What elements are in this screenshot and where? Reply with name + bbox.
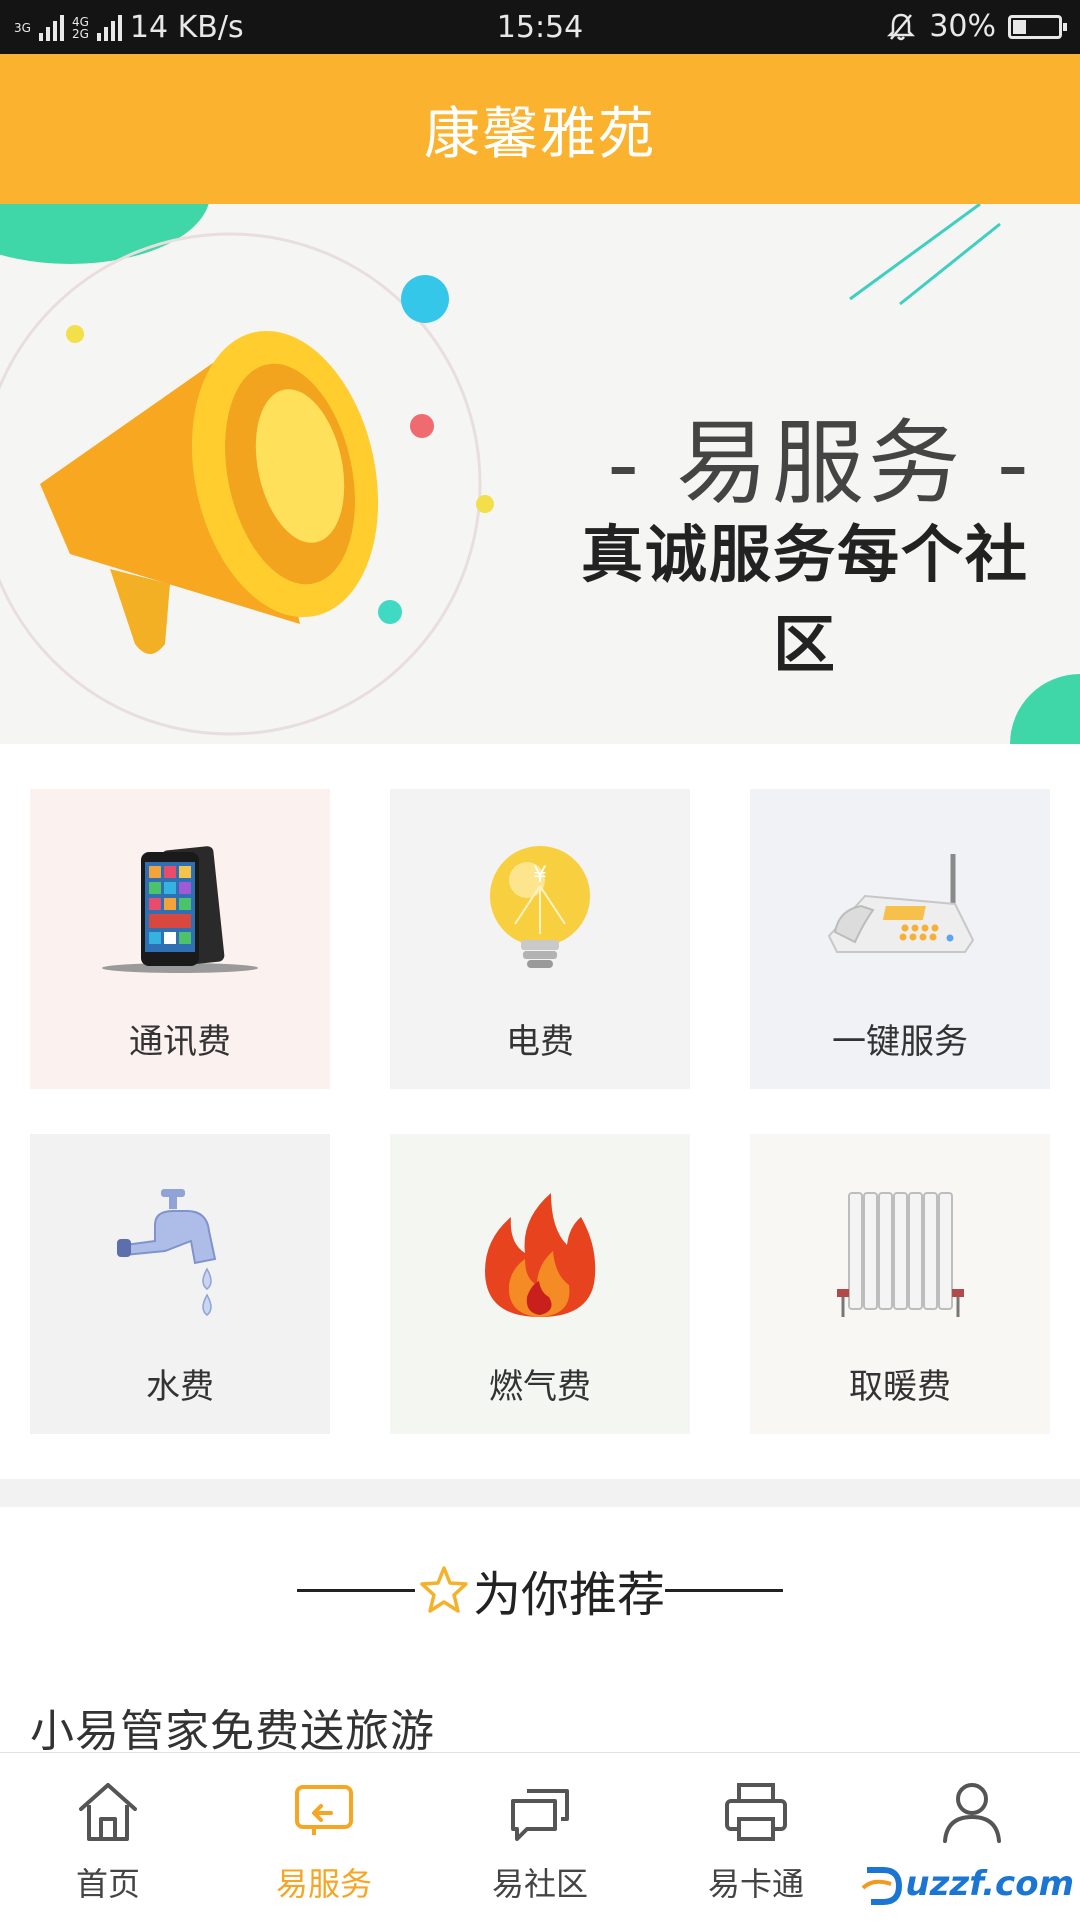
- watermark-logo-icon: [862, 1867, 903, 1905]
- recommend-list-item[interactable]: 小易管家免费送旅游: [30, 1695, 435, 1759]
- battery-level: [1013, 19, 1026, 34]
- service-icon: [295, 1785, 353, 1835]
- watermark-text: uzzf.com: [905, 1864, 1074, 1904]
- service-tile-telecom[interactable]: 通讯费: [30, 789, 330, 1089]
- recommend-line-right: [665, 1588, 783, 1592]
- tab-community[interactable]: 易社区: [432, 1753, 648, 1921]
- service-tile-one-key[interactable]: 一键服务: [750, 789, 1050, 1089]
- tab-card-label: 易卡通: [707, 1865, 804, 1903]
- banner-headline: - 易服务 -: [607, 410, 1033, 517]
- status-bar: 3G 4G 2G 14 KB/s 15:54 30%: [0, 0, 1080, 54]
- service-label: 通讯费: [129, 1022, 231, 1062]
- radiator-icon: [815, 1189, 985, 1319]
- mute-icon: [887, 13, 916, 40]
- recommend-header: 为你推荐: [0, 1545, 1080, 1635]
- flame-icon: [455, 1189, 625, 1319]
- tab-community-label: 易社区: [491, 1865, 588, 1903]
- service-label: 水费: [146, 1367, 214, 1407]
- page-title: 康馨雅苑: [424, 101, 656, 167]
- section-divider: [0, 1479, 1080, 1507]
- service-label: 电费: [506, 1022, 574, 1062]
- status-right: 30%: [885, 9, 1067, 44]
- chat-icon: [511, 1789, 569, 1841]
- recommend-title: 为你推荐: [472, 1567, 665, 1623]
- banner-tagline: 真诚服务每个社区: [580, 518, 1029, 681]
- service-tile-water[interactable]: 水费: [30, 1134, 330, 1434]
- tab-home-label: 首页: [75, 1865, 140, 1903]
- service-label: 燃气费: [489, 1367, 591, 1407]
- battery-percent: 30%: [929, 9, 996, 44]
- home-icon: [79, 1783, 137, 1841]
- promo-banner[interactable]: - 易服务 - 真诚服务每个社区: [0, 204, 1080, 744]
- service-label: 一键服务: [832, 1022, 968, 1062]
- watermark: uzzf.com: [861, 1862, 1074, 1906]
- tab-card[interactable]: 易卡通: [648, 1753, 864, 1921]
- water-tap-icon: [95, 1189, 265, 1319]
- service-label: 取暖费: [849, 1367, 951, 1407]
- telephone-icon: [815, 844, 985, 974]
- printer-icon: [725, 1783, 787, 1841]
- star-icon: [420, 1566, 468, 1613]
- user-icon: [943, 1783, 1001, 1843]
- recommend-line-left: [296, 1588, 415, 1592]
- services-grid: 通讯费 ¥ 电费 一键服务 水费 燃气费 取暖费: [0, 744, 1080, 1479]
- tab-home[interactable]: 首页: [0, 1753, 216, 1921]
- lightbulb-icon: ¥: [455, 844, 625, 974]
- svg-text:¥: ¥: [533, 863, 547, 888]
- page-header: 康馨雅苑: [0, 54, 1080, 204]
- service-tile-gas[interactable]: 燃气费: [390, 1134, 690, 1434]
- tab-service[interactable]: 易服务: [216, 1753, 432, 1921]
- battery-icon: [1008, 14, 1067, 39]
- tab-service-label: 易服务: [275, 1865, 372, 1903]
- service-tile-heating[interactable]: 取暖费: [750, 1134, 1050, 1434]
- mobile-phone-icon: [95, 844, 265, 974]
- service-tile-electricity[interactable]: ¥ 电费: [390, 789, 690, 1089]
